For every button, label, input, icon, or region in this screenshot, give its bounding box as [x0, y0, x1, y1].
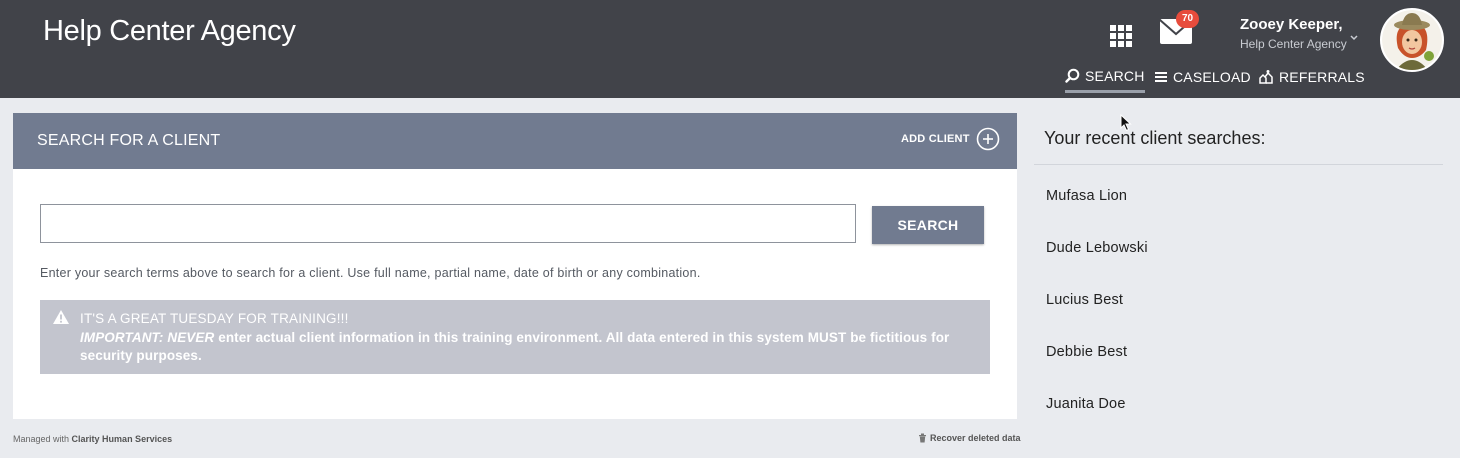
nav-search-label: SEARCH: [1085, 67, 1145, 84]
alert-body: IMPORTANT: NEVER enter actual client inf…: [80, 329, 980, 365]
nav-caseload-label: CASELOAD: [1173, 69, 1251, 85]
nav-caseload[interactable]: CASELOAD: [1154, 62, 1251, 92]
avatar-illustration: [1382, 10, 1442, 70]
footer-managed: Managed with Clarity Human Services: [13, 434, 172, 444]
recover-deleted-link[interactable]: Recover deleted data: [918, 433, 1021, 443]
alert-important-label: IMPORTANT: NEVER: [80, 330, 215, 345]
recent-search-item[interactable]: Lucius Best: [1046, 292, 1148, 344]
mouse-cursor-icon: [1120, 114, 1132, 132]
footer-managed-prefix: Managed with: [13, 434, 72, 444]
avatar[interactable]: [1380, 8, 1444, 72]
user-agency[interactable]: Help Center Agency: [1240, 37, 1347, 51]
nav-referrals[interactable]: REFERRALS: [1258, 62, 1365, 92]
recent-search-item[interactable]: Dude Lebowski: [1046, 240, 1148, 292]
warning-icon: [53, 310, 69, 324]
apps-grid-icon[interactable]: [1110, 25, 1132, 47]
recent-search-item[interactable]: Juanita Doe: [1046, 396, 1148, 448]
search-panel: SEARCH FOR A CLIENT ADD CLIENT SEARCH En…: [13, 113, 1017, 419]
recent-search-item[interactable]: Debbie Best: [1046, 344, 1148, 396]
search-button[interactable]: SEARCH: [872, 206, 984, 244]
referrals-icon: [1259, 70, 1273, 84]
recover-deleted-label: Recover deleted data: [930, 433, 1021, 443]
add-client-button[interactable]: ADD CLIENT: [901, 127, 1000, 151]
user-name[interactable]: Zooey Keeper,: [1240, 16, 1343, 33]
client-search-input[interactable]: [40, 204, 856, 243]
agency-brand[interactable]: Help Center Agency: [43, 15, 296, 48]
trash-icon: [919, 433, 926, 443]
mail-count-badge: 70: [1176, 10, 1199, 28]
add-client-label: ADD CLIENT: [901, 133, 970, 145]
search-hint: Enter your search terms above to search …: [40, 266, 701, 280]
search-panel-title: SEARCH FOR A CLIENT: [37, 132, 221, 149]
training-alert: IT'S A GREAT TUESDAY FOR TRAINING!!! IMP…: [40, 300, 990, 374]
list-icon: [1155, 72, 1167, 82]
recent-searches-list: Mufasa Lion Dude Lebowski Lucius Best De…: [1046, 188, 1148, 448]
divider: [1034, 164, 1443, 165]
search-icon: [1065, 68, 1080, 83]
recent-searches-title: Your recent client searches:: [1044, 128, 1266, 148]
nav-search[interactable]: SEARCH: [1065, 62, 1145, 93]
top-header: Help Center Agency 70 Zooey Keeper, Help…: [0, 0, 1460, 98]
nav-referrals-label: REFERRALS: [1279, 69, 1365, 85]
chevron-down-icon[interactable]: [1349, 33, 1359, 43]
footer-brand-link[interactable]: Clarity Human Services: [72, 434, 173, 444]
search-panel-header: SEARCH FOR A CLIENT ADD CLIENT: [13, 113, 1017, 169]
recent-search-item[interactable]: Mufasa Lion: [1046, 188, 1148, 240]
alert-title: IT'S A GREAT TUESDAY FOR TRAINING!!!: [80, 311, 349, 326]
plus-circle-icon: [976, 127, 999, 151]
